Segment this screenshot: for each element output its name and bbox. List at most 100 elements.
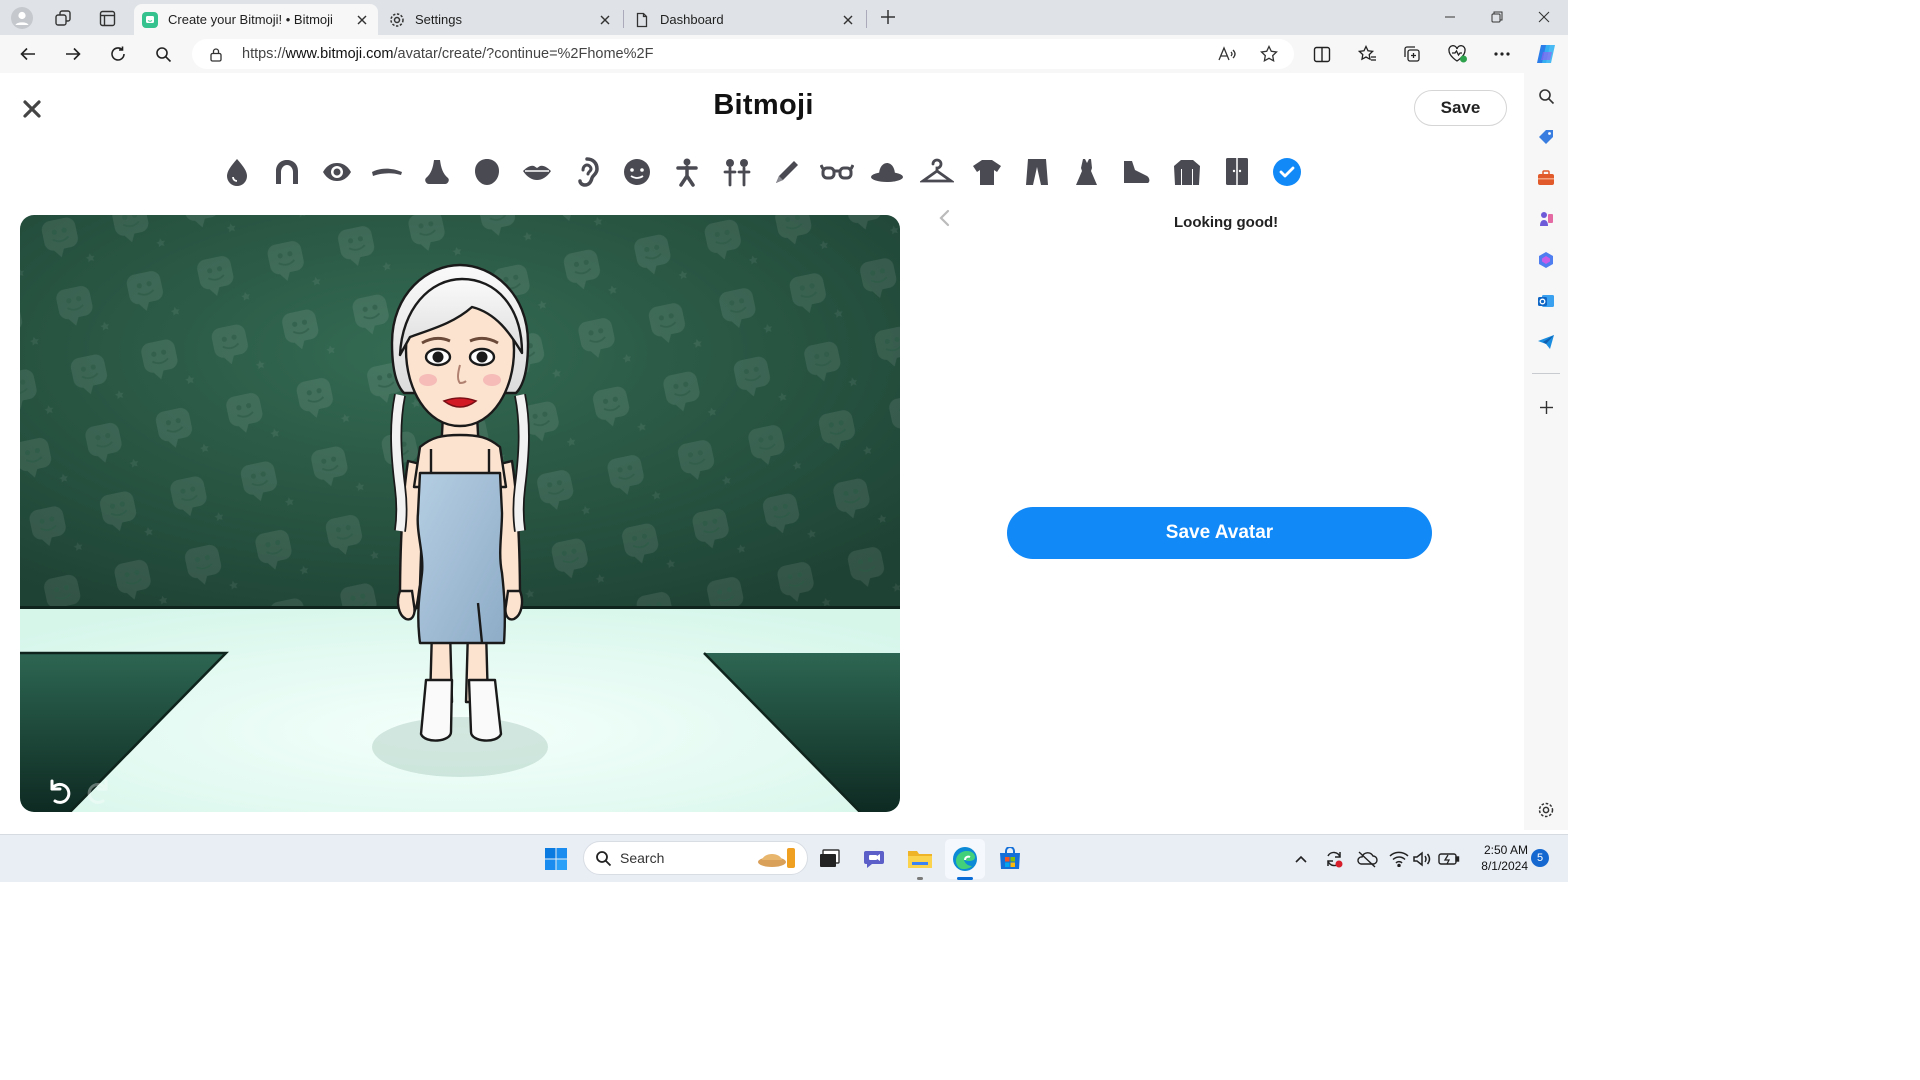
edge-browser-icon[interactable] bbox=[951, 845, 979, 873]
back-chevron-icon[interactable] bbox=[938, 209, 952, 227]
bitmoji-editor: Bitmoji Save Looking good! Save Avatar bbox=[4, 73, 1523, 830]
wardrobe-icon[interactable] bbox=[1220, 155, 1254, 189]
volume-icon[interactable] bbox=[1411, 847, 1433, 871]
profile-icon[interactable] bbox=[10, 6, 34, 30]
close-tab-icon[interactable] bbox=[354, 12, 370, 28]
workspaces-icon[interactable] bbox=[52, 7, 74, 29]
pants-icon[interactable] bbox=[1020, 155, 1054, 189]
battery-icon[interactable] bbox=[1437, 847, 1461, 871]
eyebrow-icon[interactable] bbox=[370, 155, 404, 189]
glasses-icon[interactable] bbox=[820, 155, 854, 189]
close-tab-icon[interactable] bbox=[840, 12, 856, 28]
copilot-icon[interactable] bbox=[1533, 41, 1559, 67]
back-icon[interactable] bbox=[17, 43, 39, 65]
save-button[interactable]: Save bbox=[1414, 90, 1507, 126]
sidebar-search-icon[interactable] bbox=[1535, 85, 1557, 107]
redo-icon[interactable] bbox=[86, 777, 112, 805]
tab-actions-icon[interactable] bbox=[96, 7, 118, 29]
tab-strip: Create your Bitmoji! • Bitmoji Settings … bbox=[0, 0, 1568, 35]
tshirt-icon[interactable] bbox=[970, 155, 1004, 189]
edge-sidebar bbox=[1524, 73, 1568, 830]
minimize-icon[interactable] bbox=[1440, 7, 1460, 27]
nose-icon[interactable] bbox=[420, 155, 454, 189]
page-title: Bitmoji bbox=[713, 89, 814, 121]
forward-icon[interactable] bbox=[62, 43, 84, 65]
shoe-icon[interactable] bbox=[1120, 155, 1154, 189]
favorites-icon[interactable] bbox=[1356, 43, 1378, 65]
games-chess-icon[interactable] bbox=[1535, 208, 1557, 230]
shopping-tag-icon[interactable] bbox=[1535, 126, 1557, 148]
taskbar-search[interactable]: Search bbox=[583, 841, 808, 875]
close-window-icon[interactable] bbox=[1534, 7, 1554, 27]
address-bar[interactable]: https://www.bitmoji.com/avatar/create/?c… bbox=[192, 39, 1294, 69]
onedrive-offline-icon[interactable] bbox=[1355, 847, 1379, 871]
file-explorer-icon[interactable] bbox=[906, 845, 934, 873]
address-toolbar: https://www.bitmoji.com/avatar/create/?c… bbox=[0, 35, 1568, 73]
tab-title: Create your Bitmoji! • Bitmoji bbox=[168, 12, 333, 27]
favorite-star-icon[interactable] bbox=[1260, 45, 1278, 63]
lips-icon[interactable] bbox=[520, 155, 554, 189]
restore-icon[interactable] bbox=[1487, 7, 1507, 27]
more-options-icon[interactable] bbox=[1491, 43, 1513, 65]
tab-title: Settings bbox=[415, 12, 462, 27]
face-details-icon[interactable] bbox=[620, 155, 654, 189]
ear-icon[interactable] bbox=[570, 155, 604, 189]
search-icon bbox=[595, 850, 612, 867]
url-text[interactable]: https://www.bitmoji.com/avatar/create/?c… bbox=[242, 46, 653, 62]
done-check-icon[interactable] bbox=[1270, 155, 1304, 189]
split-screen-icon[interactable] bbox=[1311, 43, 1333, 65]
refresh-icon[interactable] bbox=[107, 43, 129, 65]
system-clock[interactable]: 2:50 AM 8/1/2024 bbox=[1468, 842, 1528, 874]
notification-badge[interactable]: 5 bbox=[1531, 849, 1549, 867]
microsoft-store-icon[interactable] bbox=[996, 845, 1024, 873]
hat-icon[interactable] bbox=[870, 155, 904, 189]
search-icon[interactable] bbox=[152, 43, 174, 65]
body-icon[interactable] bbox=[670, 155, 704, 189]
task-view-icon[interactable] bbox=[816, 845, 844, 873]
sidebar-settings-icon[interactable] bbox=[1535, 799, 1557, 821]
search-highlight-icon bbox=[754, 846, 800, 870]
taskbar: Search 2:50 AM 8/1/2024 5 bbox=[0, 834, 1568, 882]
bitmoji-icon bbox=[142, 11, 158, 28]
collections-icon[interactable] bbox=[1401, 43, 1423, 65]
new-tab-icon[interactable] bbox=[877, 6, 899, 28]
undo-icon[interactable] bbox=[46, 777, 72, 805]
skin-tone-icon[interactable] bbox=[220, 155, 254, 189]
sidebar-divider bbox=[1532, 373, 1560, 374]
url-scheme: https:// bbox=[242, 46, 286, 62]
running-indicator bbox=[917, 877, 923, 880]
hanger-icon[interactable] bbox=[920, 155, 954, 189]
start-windows-icon[interactable] bbox=[542, 845, 570, 873]
tab-settings[interactable]: Settings bbox=[381, 4, 621, 35]
eye-icon[interactable] bbox=[320, 155, 354, 189]
clock-time: 2:50 AM bbox=[1483, 843, 1528, 857]
avatar-preview bbox=[20, 215, 900, 812]
close-tab-icon[interactable] bbox=[597, 12, 613, 28]
jacket-icon[interactable] bbox=[1170, 155, 1204, 189]
wifi-icon[interactable] bbox=[1388, 847, 1410, 871]
document-icon bbox=[634, 12, 650, 28]
makeup-pencil-icon[interactable] bbox=[770, 155, 804, 189]
browser-essentials-icon[interactable] bbox=[1446, 43, 1470, 65]
tab-dashboard[interactable]: Dashboard bbox=[626, 4, 864, 35]
face-shape-icon[interactable] bbox=[470, 155, 504, 189]
send-plane-icon[interactable] bbox=[1535, 331, 1557, 353]
tab-divider bbox=[866, 10, 867, 28]
url-path: /avatar/create/?continue=%2Fhome%2F bbox=[393, 46, 654, 62]
hair-icon[interactable] bbox=[270, 155, 304, 189]
active-indicator bbox=[957, 877, 973, 880]
dress-icon[interactable] bbox=[1070, 155, 1104, 189]
read-aloud-icon[interactable] bbox=[1218, 46, 1236, 62]
microsoft365-icon[interactable] bbox=[1535, 249, 1557, 271]
add-icon[interactable] bbox=[1535, 396, 1557, 418]
chevron-up-icon[interactable] bbox=[1290, 848, 1312, 870]
sync-alert-icon[interactable] bbox=[1322, 847, 1346, 871]
outlook-icon[interactable] bbox=[1535, 290, 1557, 312]
pose-icon[interactable] bbox=[720, 155, 754, 189]
save-avatar-button[interactable]: Save Avatar bbox=[1007, 507, 1432, 559]
tools-briefcase-icon[interactable] bbox=[1535, 167, 1557, 189]
lock-icon[interactable] bbox=[209, 47, 223, 62]
teams-chat-icon[interactable] bbox=[861, 845, 889, 873]
clock-date: 8/1/2024 bbox=[1481, 859, 1528, 873]
tab-bitmoji[interactable]: Create your Bitmoji! • Bitmoji bbox=[134, 4, 378, 35]
